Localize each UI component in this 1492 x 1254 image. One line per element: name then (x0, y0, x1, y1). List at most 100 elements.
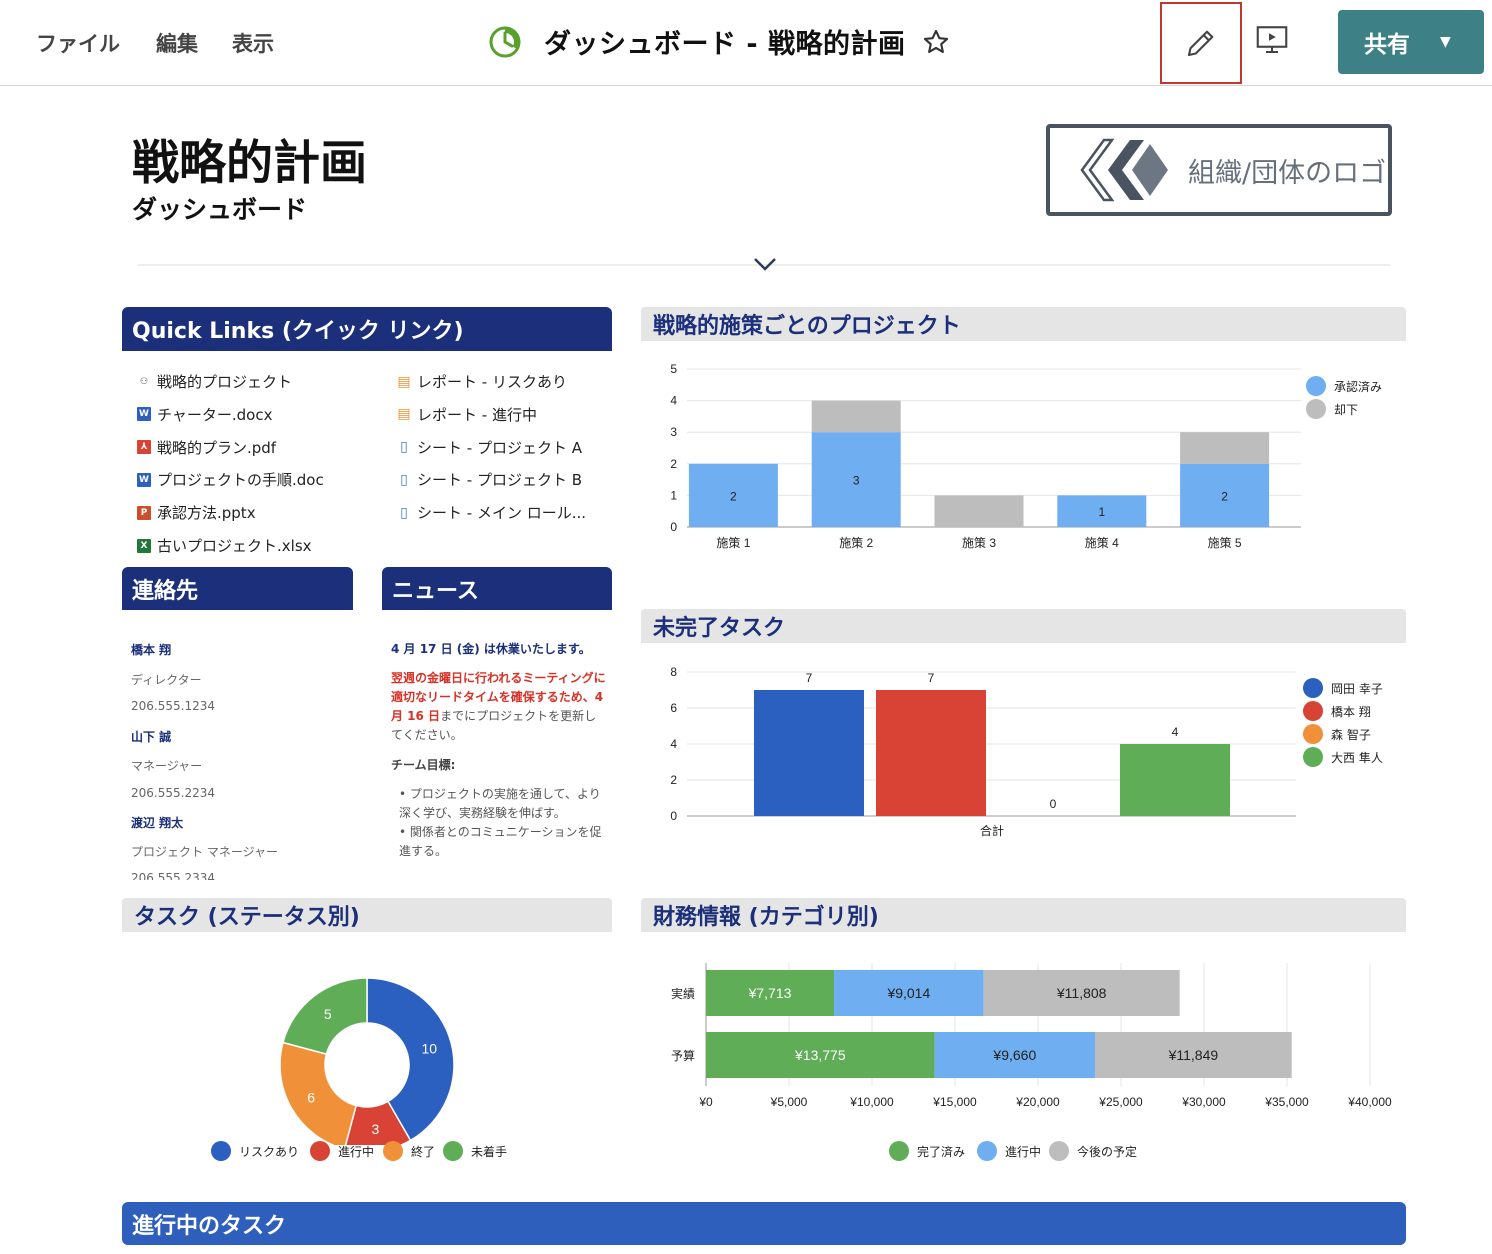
y-tick-label: 予算 (671, 1048, 695, 1063)
app-title-area: ダッシュボード - 戦略的計画 (488, 22, 950, 61)
contact-role: ディレクター (131, 673, 202, 687)
quick-link-item[interactable]: W チャーター.docx (137, 404, 272, 425)
finance-chart-header: 財務情報 (カテゴリ別) (641, 898, 1406, 932)
contact-name[interactable]: 山下 誠 (131, 728, 171, 745)
legend-item: 終了 (383, 1141, 435, 1161)
report-icon: ▤ (397, 406, 411, 423)
x-tick-label: 合計 (980, 823, 1004, 838)
news-headline: 4 月 17 日 (金) は休業いたします。 (391, 640, 606, 659)
pencil-icon (1187, 30, 1214, 57)
legend-item: 進行中 (977, 1141, 1041, 1161)
x-tick-label: ¥40,000 (1347, 1095, 1392, 1109)
legend-label: 完了済み (917, 1144, 966, 1159)
quick-link-item[interactable]: ▤ レポート - リスクあり (397, 371, 567, 392)
y-tick-label: 5 (670, 362, 677, 376)
x-tick-label: ¥5,000 (770, 1095, 808, 1109)
quick-link-item[interactable]: P 承認方法.pptx (137, 502, 256, 523)
page-subtitle: ダッシュボード (132, 195, 308, 224)
top-bar: ファイル 編集 表示 ダッシュボード - 戦略的計画 共有 ▼ (0, 0, 1492, 86)
open-tasks-chart: 0 2 4 6 8 7 7 0 4 合計 (670, 665, 1296, 838)
legend-label: 進行中 (338, 1144, 375, 1159)
y-tick-label: 3 (670, 425, 677, 439)
chevron-down-icon[interactable] (752, 254, 778, 274)
legend-item: 森 智子 (1303, 724, 1371, 744)
y-tick-label: 4 (670, 394, 677, 408)
data-label: 1 (1098, 505, 1105, 519)
legend-swatch (1306, 399, 1326, 419)
data-label: ¥11,849 (1168, 1047, 1219, 1063)
bar-segment-1 (811, 400, 901, 433)
sheet-icon: ▯ (397, 505, 411, 521)
legend-label: 承認済み (1334, 379, 1383, 394)
powerpoint-icon: P (137, 505, 151, 520)
goal-text: 関係者とのコミュニケーションを促進する。 (399, 825, 602, 858)
legend-label: 岡田 幸子 (1331, 681, 1383, 696)
bar (1120, 744, 1230, 816)
page-title: 戦略的計画 (132, 136, 367, 191)
legend-item: 完了済み (889, 1141, 965, 1161)
contacts-header: 連絡先 (122, 567, 353, 610)
data-label: ¥7,713 (748, 985, 792, 1001)
x-tick-label: 施策 3 (962, 536, 996, 550)
y-tick-label: 6 (670, 701, 677, 715)
app-title: ダッシュボード - 戦略的計画 (544, 29, 906, 60)
quick-link-item[interactable]: ▯ シート - メイン ロール... (397, 502, 586, 523)
quick-link-item[interactable]: X 古いプロジェクト.xlsx (137, 535, 312, 556)
data-label: 7 (806, 671, 813, 685)
legend-item: 却下 (1306, 399, 1358, 419)
quick-link-label: チャーター.docx (157, 405, 273, 424)
menu-view[interactable]: 表示 (232, 28, 274, 58)
quick-link-item[interactable]: ⅄ 戦略的プラン.pdf (137, 437, 276, 458)
legend-label: 大西 隼人 (1331, 750, 1383, 765)
word-icon: W (137, 472, 151, 487)
menu-edit[interactable]: 編集 (156, 28, 198, 58)
quick-link-item[interactable]: ⚇ 戦略的プロジェクト (137, 371, 292, 392)
logo-text: 組織/団体のロゴ (1188, 157, 1387, 189)
legend-item: 岡田 幸子 (1303, 678, 1383, 698)
legend-swatch (1303, 724, 1323, 744)
contact-name[interactable]: 渡辺 翔太 (131, 814, 183, 831)
quick-link-item[interactable]: ▯ シート - プロジェクト A (397, 437, 582, 458)
report-icon: ▤ (397, 373, 411, 390)
menu-file[interactable]: ファイル (36, 28, 120, 58)
sheet-icon: ▯ (397, 439, 411, 455)
dashboard-icon (489, 26, 521, 57)
news-goal-item: • 関係者とのコミュニケーションを促進する。 (399, 825, 602, 858)
quick-link-label: 戦略的プラン.pdf (157, 438, 277, 457)
news-body: 翌週の金曜日に行われるミーティングに適切なリードタイムを確保するため、4 月 1… (391, 669, 606, 745)
tasks-status-chart-header: タスク (ステータス別) (122, 898, 612, 932)
x-tick-label: 施策 2 (839, 536, 873, 550)
contact-role: プロジェクト マネージャー (131, 845, 278, 859)
contact-phone: 206.555.2234 (131, 786, 215, 800)
x-tick-label: ¥30,000 (1181, 1095, 1226, 1109)
x-tick-label: ¥15,000 (932, 1095, 977, 1109)
share-button[interactable]: 共有 ▼ (1338, 10, 1484, 74)
organization-logo: 組織/団体のロゴ (1046, 124, 1392, 216)
quick-link-item[interactable]: ▯ シート - プロジェクト B (397, 469, 582, 490)
goals-title-text: チーム目標: (391, 758, 456, 772)
quick-link-item[interactable]: ▤ レポート - 進行中 (397, 404, 537, 425)
quick-link-label: プロジェクトの手順.doc (157, 471, 324, 490)
favorite-star-icon[interactable] (922, 28, 950, 56)
quick-link-item[interactable]: W プロジェクトの手順.doc (137, 469, 324, 490)
present-button[interactable] (1250, 18, 1294, 62)
y-tick-label: 2 (670, 773, 677, 787)
data-label: 2 (1221, 489, 1228, 503)
contact-phone: 206.555.2334 (131, 871, 215, 880)
x-tick-label: ¥0 (698, 1095, 713, 1109)
legend-label: 橋本 翔 (1331, 704, 1371, 719)
presentation-icon (1256, 26, 1288, 54)
legend-swatch (1049, 1141, 1069, 1161)
share-label: 共有 (1364, 32, 1410, 58)
y-tick-label: 8 (670, 665, 677, 679)
contact-name[interactable]: 橋本 翔 (131, 641, 171, 658)
people-icon: ⚇ (139, 376, 149, 387)
edit-button[interactable] (1160, 2, 1242, 84)
legend-label: 進行中 (1005, 1144, 1042, 1159)
legend-swatch (1303, 747, 1323, 767)
news-header: ニュース (382, 567, 612, 610)
data-label: ¥11,808 (1056, 985, 1107, 1001)
x-tick-label: ¥35,000 (1264, 1095, 1309, 1109)
legend-label: リスクあり (239, 1144, 300, 1159)
legend-swatch (1303, 701, 1323, 721)
